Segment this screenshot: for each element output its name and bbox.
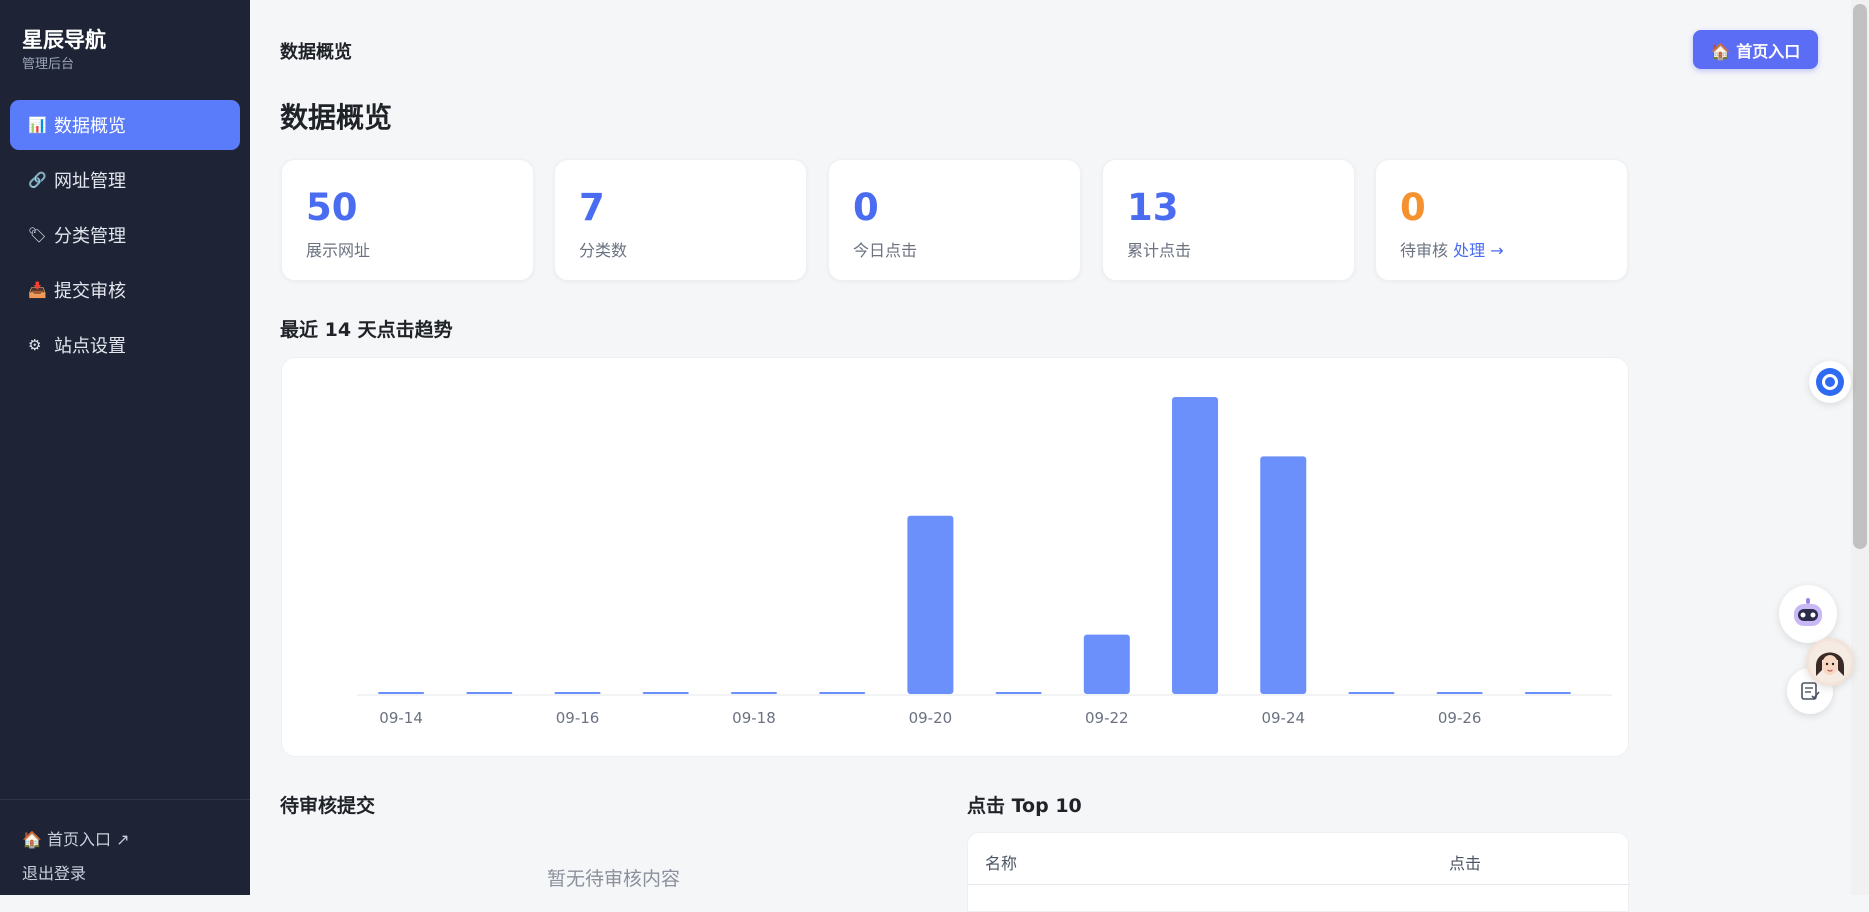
stat-card-total-clicks: 13 累计点击 [1102,159,1355,281]
x-tick-label: 09-20 [909,709,953,727]
sidebar-item-categories[interactable]: 🏷 分类管理 [10,210,240,260]
sidebar-item-urls[interactable]: 🔗 网址管理 [10,155,240,205]
robot-assistant-button[interactable] [1779,585,1837,643]
chart-bar-09-22[interactable] [1083,634,1130,694]
header-divider [968,884,1630,885]
stat-label: 待审核 处理 → [1400,237,1504,261]
sidebar-item-label: 网址管理 [54,171,126,192]
x-tick-label: 09-16 [556,709,600,727]
chart-section-title: 最近 14 天点击趋势 [280,319,453,341]
chart-bar-09-23[interactable] [1172,397,1219,694]
x-tick-label: 09-22 [1085,709,1129,727]
sidebar-nav: 📊 数据概览 🔗 网址管理 🏷 分类管理 📥 提交审核 ⚙ 站点设置 [10,100,240,375]
top10-section-title: 点击 Top 10 [967,795,1082,817]
chart-bar-09-21[interactable] [995,692,1042,694]
chart-bar-09-26[interactable] [1436,692,1483,694]
sidebar: 星辰导航 管理后台 📊 数据概览 🔗 网址管理 🏷 分类管理 📥 提交审核 ⚙ … [0,0,250,895]
chart-bar-09-25[interactable] [1348,692,1395,694]
stat-value: 13 [1127,186,1179,229]
gear-icon: ⚙ [28,336,42,354]
chart-svg: 09-14 09-16 09-18 09-20 09-22 09-24 09-26 [357,397,1612,727]
sidebar-item-settings[interactable]: ⚙ 站点设置 [10,320,240,370]
sidebar-item-label: 数据概览 [54,116,126,137]
stat-value: 50 [306,186,358,229]
stat-value: 7 [579,186,605,229]
scrollbar[interactable] [1851,0,1869,895]
stat-label: 展示网址 [306,241,371,260]
chart-bar-09-17[interactable] [642,692,689,694]
x-tick-label: 09-14 [379,709,423,727]
stat-value: 0 [1400,186,1426,229]
stat-card-today-clicks: 0 今日点击 [828,159,1081,281]
stat-card-categories: 7 分类数 [554,159,807,281]
link-icon: 🔗 [28,171,47,189]
column-header-name: 名称 [985,854,1018,873]
stat-card-urls: 50 展示网址 [281,159,534,281]
tag-icon: 🏷 [28,226,48,244]
inbox-icon: 📥 [28,281,47,299]
x-tick-label: 09-24 [1261,709,1305,727]
click-trend-chart: 09-14 09-16 09-18 09-20 09-22 09-24 09-26 [281,357,1629,757]
scrollbar-thumb[interactable] [1853,4,1867,549]
home-entry-link[interactable]: 🏠 首页入口 ↗ [22,826,130,850]
chart-bar-09-20[interactable] [907,515,954,694]
pending-empty-text: 暂无待审核内容 [547,868,681,890]
breadcrumb: 数据概览 [280,42,352,63]
sidebar-footer: 🏠 首页入口 ↗ 退出登录 [0,799,250,895]
page-title: 数据概览 [280,101,393,134]
stat-label-text: 待审核 [1400,241,1449,260]
chart-icon: 📊 [28,116,47,134]
process-link[interactable]: 处理 → [1453,241,1504,260]
stat-label: 分类数 [579,241,628,260]
pending-section-title: 待审核提交 [280,795,376,817]
assistant-float-button[interactable] [1809,361,1851,403]
chart-bar-09-19[interactable] [819,692,866,694]
chart-bar-09-18[interactable] [730,692,777,694]
chart-bar-09-27[interactable] [1524,692,1571,694]
stat-label: 今日点击 [853,241,918,260]
top10-table: 名称 点击 [967,832,1630,912]
home-entry-button[interactable]: 🏠 首页入口 [1693,30,1818,69]
x-tick-label: 09-26 [1438,709,1482,727]
column-header-clicks: 点击 [1449,854,1482,873]
avatar-face-icon [1809,641,1851,683]
sidebar-item-overview[interactable]: 📊 数据概览 [10,100,240,150]
avatar[interactable] [1806,638,1854,686]
sidebar-item-label: 站点设置 [54,336,126,357]
x-tick-label: 09-18 [732,709,776,727]
chart-bar-09-15[interactable] [466,692,513,694]
stat-label: 累计点击 [1127,241,1192,260]
chart-bar-09-24[interactable] [1260,456,1307,694]
sidebar-item-label: 分类管理 [54,226,126,247]
stats-row: 50 展示网址 7 分类数 0 今日点击 13 累计点击 0 待审核 处理 → [281,159,1629,281]
home-button-label: 🏠 首页入口 [1710,41,1801,61]
robot-icon [1794,598,1822,626]
brand-name: 星辰导航 [22,28,106,52]
chat-bubble-icon [1816,368,1844,396]
chart-bar-09-14[interactable] [378,692,425,694]
brand-subtitle: 管理后台 [22,57,75,72]
stat-card-pending: 0 待审核 处理 → [1375,159,1628,281]
chart-bar-09-16[interactable] [554,692,601,694]
stat-value: 0 [853,186,879,229]
logout-link[interactable]: 退出登录 [22,860,86,884]
sidebar-item-submissions[interactable]: 📥 提交审核 [10,265,240,315]
sidebar-item-label: 提交审核 [54,281,126,302]
